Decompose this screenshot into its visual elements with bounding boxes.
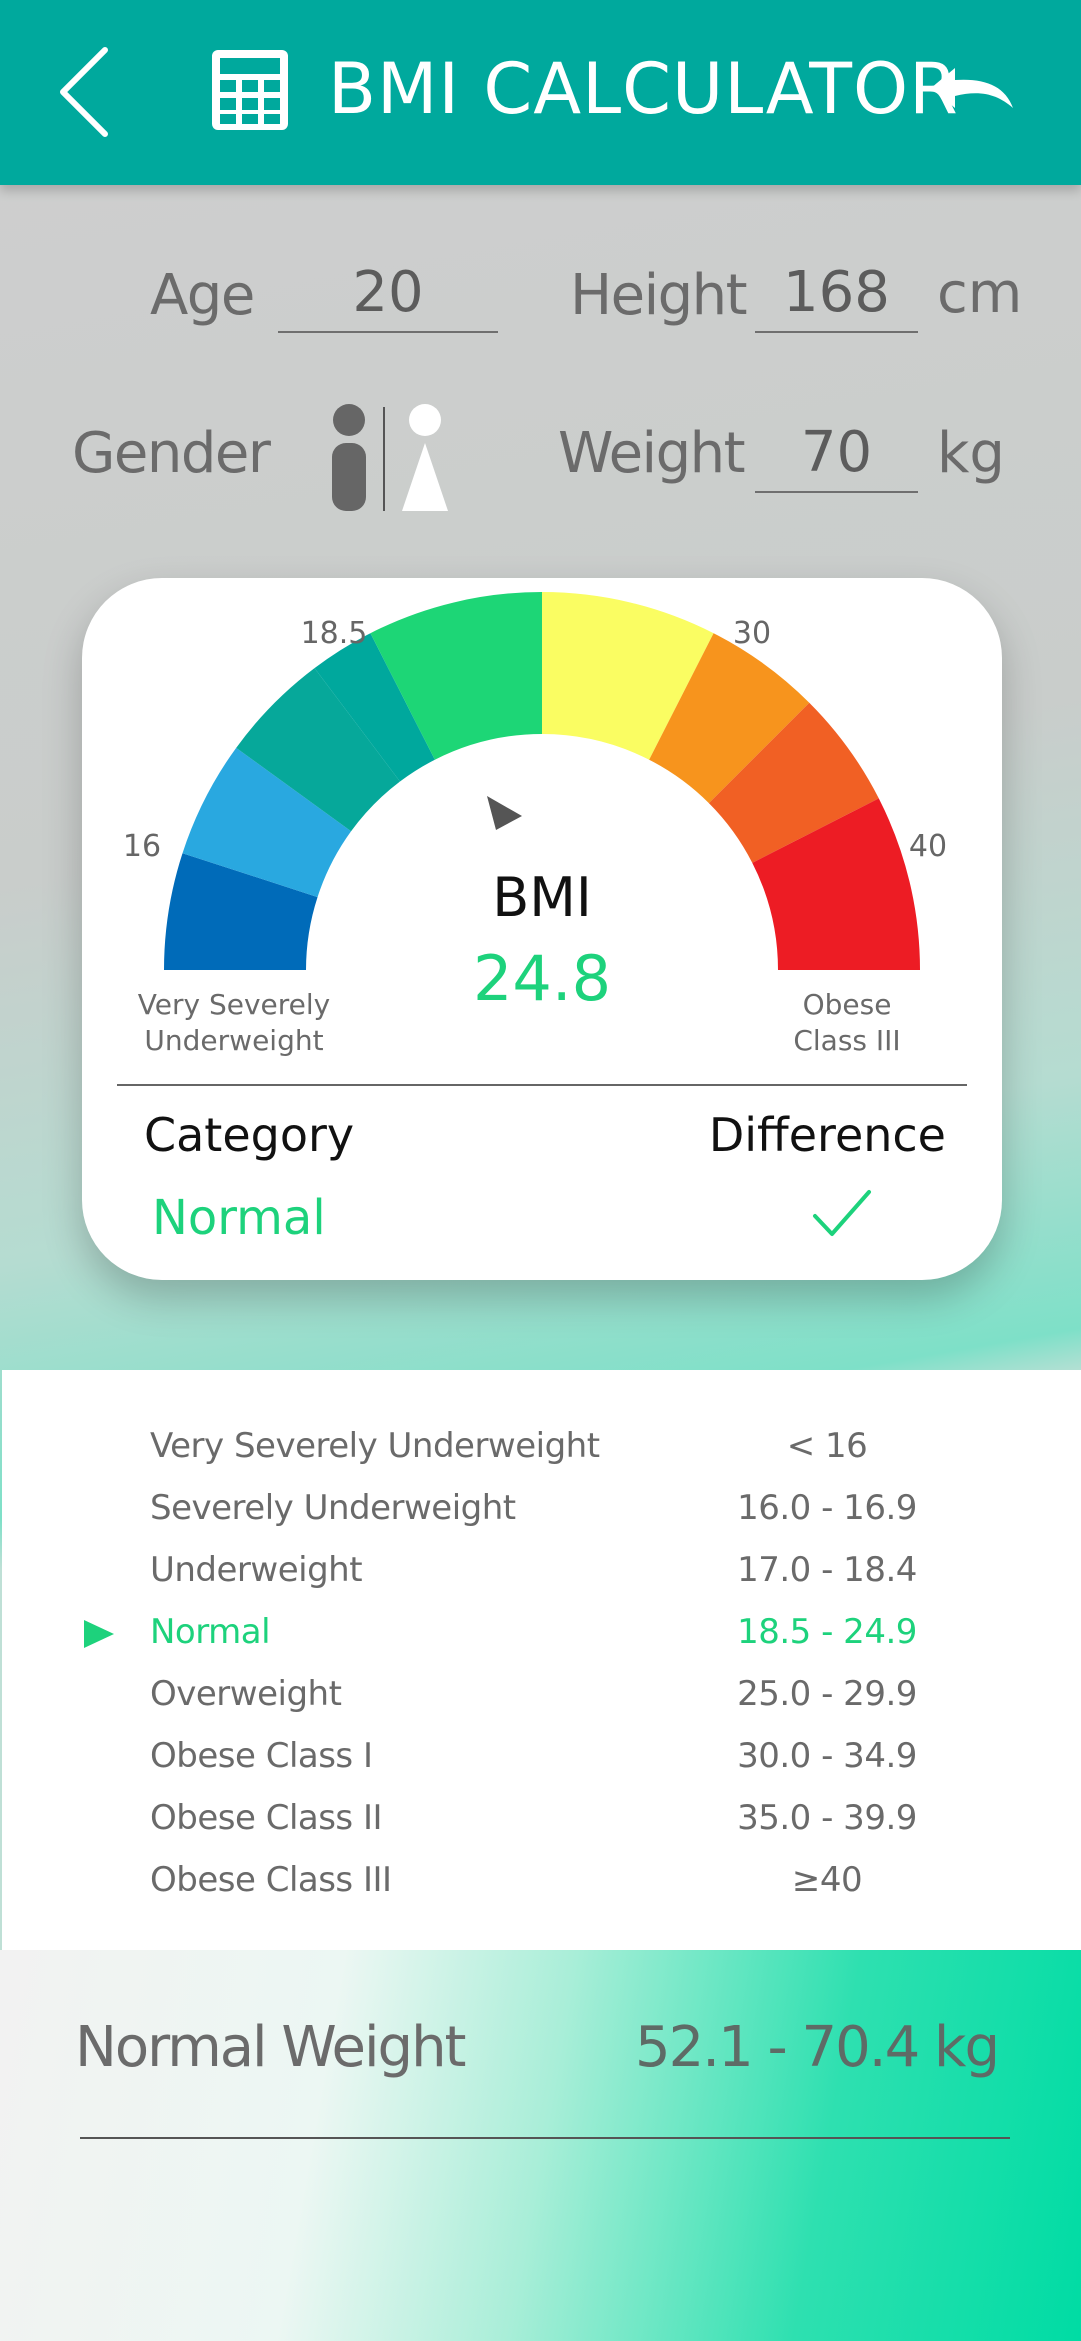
- category-range: 30.0 - 34.9: [737, 1736, 917, 1776]
- card-divider: [117, 1084, 967, 1086]
- category-range: 17.0 - 18.4: [737, 1550, 917, 1590]
- category-range: ≥40: [791, 1860, 863, 1900]
- bmi-gauge: 16 18.5 30 40 Very Severely Underweight …: [123, 592, 947, 1057]
- app-header: BMI CALCULATOR: [0, 0, 1081, 185]
- table-row: Normal 18.5 - 24.9: [2, 1604, 1081, 1666]
- category-label: Category: [144, 1108, 355, 1162]
- category-name: Severely Underweight: [150, 1488, 516, 1528]
- table-row: Very Severely Underweight < 16: [2, 1418, 1081, 1480]
- male-icon[interactable]: [328, 403, 370, 511]
- weight-unit: kg: [937, 421, 1005, 486]
- table-row: Obese Class I 30.0 - 34.9: [2, 1728, 1081, 1790]
- difference-label: Difference: [708, 1108, 946, 1162]
- table-row: Underweight 17.0 - 18.4: [2, 1542, 1081, 1604]
- bmi-label: BMI: [492, 866, 592, 929]
- normal-weight-section: Normal Weight 52.1 - 70.4 kg: [0, 1950, 1081, 2341]
- gauge-left-caption-1: Very Severely: [138, 988, 330, 1021]
- gender-divider: [383, 407, 385, 511]
- age-field[interactable]: 20: [278, 253, 498, 333]
- tick-30: 30: [733, 616, 771, 651]
- tick-40: 40: [909, 829, 947, 864]
- category-name: Normal: [150, 1612, 271, 1652]
- gauge-left-caption-2: Underweight: [144, 1024, 323, 1057]
- normal-weight-value: 52.1 - 70.4 kg: [635, 2015, 1000, 2080]
- table-row: Obese Class II 35.0 - 39.9: [2, 1790, 1081, 1852]
- page-title: BMI CALCULATOR: [328, 48, 959, 130]
- height-unit: cm: [937, 261, 1023, 326]
- category-range: 18.5 - 24.9: [737, 1612, 917, 1652]
- category-name: Obese Class III: [150, 1860, 392, 1900]
- bmi-category-table: Very Severely Underweight < 16 Severely Un…: [2, 1370, 1081, 1950]
- checkmark-icon: [813, 1190, 871, 1236]
- category-name: Very Severely Underweight: [150, 1426, 600, 1466]
- table-row: Overweight 25.0 - 29.9: [2, 1666, 1081, 1728]
- gauge-pointer: [487, 796, 522, 830]
- normal-weight-underline: [80, 2137, 1010, 2139]
- chevron-left-icon[interactable]: [55, 42, 115, 142]
- calculator-icon: [212, 50, 288, 130]
- female-icon[interactable]: [400, 403, 450, 511]
- weight-field[interactable]: 70: [755, 413, 918, 493]
- category-name: Overweight: [150, 1674, 342, 1714]
- weight-label: Weight: [558, 421, 746, 486]
- bmi-value: 24.8: [473, 942, 611, 1015]
- category-value: Normal: [152, 1190, 326, 1246]
- category-name: Underweight: [150, 1550, 363, 1590]
- normal-weight-label: Normal Weight: [75, 2015, 467, 2080]
- category-range: 16.0 - 16.9: [737, 1488, 917, 1528]
- height-label: Height: [570, 263, 748, 328]
- tick-18-5: 18.5: [301, 616, 368, 651]
- tick-16: 16: [123, 829, 161, 864]
- age-label: Age: [150, 263, 255, 328]
- bmi-result-card: 16 18.5 30 40 Very Severely Underweight …: [82, 578, 1002, 1280]
- table-row: Obese Class III ≥40: [2, 1852, 1081, 1914]
- gauge-right-caption-2: Class III: [793, 1024, 900, 1057]
- undo-icon[interactable]: [925, 60, 1020, 120]
- active-row-marker-icon: [84, 1620, 114, 1648]
- category-range: 25.0 - 29.9: [737, 1674, 917, 1714]
- gender-label: Gender: [72, 421, 271, 486]
- gauge-right-caption-1: Obese: [803, 988, 892, 1021]
- category-name: Obese Class II: [150, 1798, 383, 1838]
- category-name: Obese Class I: [150, 1736, 373, 1776]
- category-range: < 16: [786, 1426, 868, 1466]
- height-field[interactable]: 168: [755, 253, 918, 333]
- table-row: Severely Underweight 16.0 - 16.9: [2, 1480, 1081, 1542]
- category-range: 35.0 - 39.9: [737, 1798, 917, 1838]
